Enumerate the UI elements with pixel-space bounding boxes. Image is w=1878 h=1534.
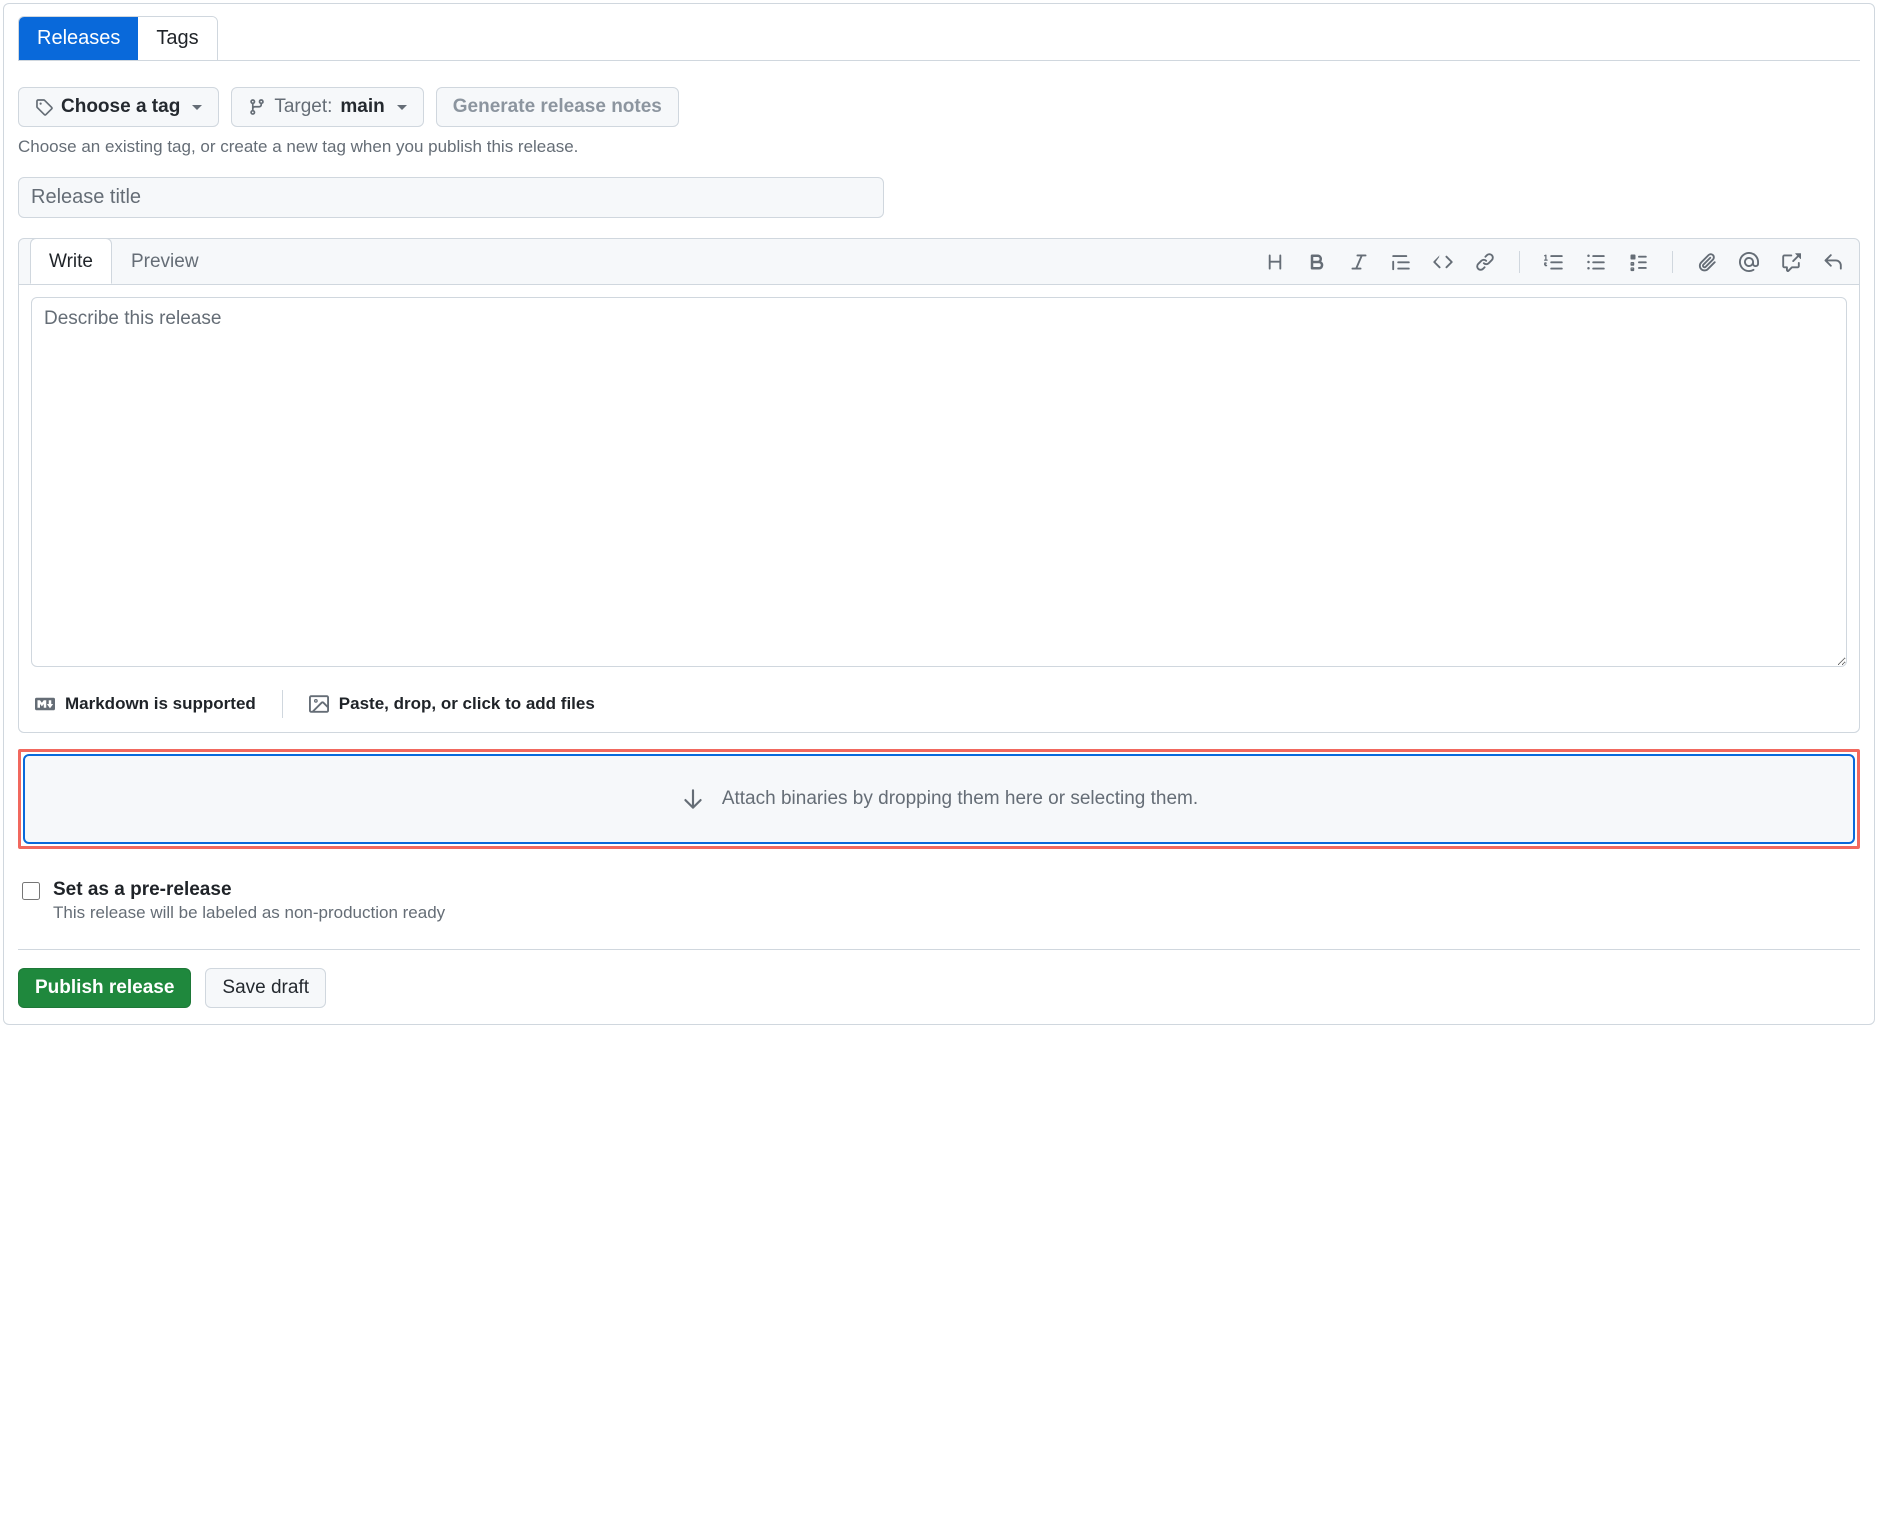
link-icon[interactable] bbox=[1475, 252, 1495, 272]
release-description-textarea[interactable] bbox=[31, 297, 1847, 667]
save-draft-button[interactable]: Save draft bbox=[205, 968, 326, 1008]
caret-down-icon bbox=[192, 105, 202, 110]
prerelease-checkbox[interactable] bbox=[22, 882, 40, 900]
editor-tab-write[interactable]: Write bbox=[30, 238, 112, 284]
editor-tab-preview[interactable]: Preview bbox=[112, 238, 218, 284]
ordered-list-icon[interactable] bbox=[1544, 252, 1564, 272]
unordered-list-icon[interactable] bbox=[1586, 252, 1606, 272]
arrow-down-icon bbox=[680, 786, 706, 812]
prerelease-title: Set as a pre-release bbox=[53, 879, 445, 901]
quote-icon[interactable] bbox=[1391, 252, 1411, 272]
mention-icon[interactable] bbox=[1739, 252, 1759, 272]
release-form-panel: Releases Tags Choose a tag Target: main … bbox=[3, 3, 1875, 1025]
choose-tag-label: Choose a tag bbox=[61, 96, 180, 118]
markdown-toolbar bbox=[1265, 251, 1847, 273]
reply-icon[interactable] bbox=[1823, 252, 1843, 272]
paste-files-label: Paste, drop, or click to add files bbox=[339, 694, 595, 714]
code-icon[interactable] bbox=[1433, 252, 1453, 272]
heading-icon[interactable] bbox=[1265, 252, 1285, 272]
editor-card: Write Preview bbox=[18, 238, 1860, 733]
divider bbox=[18, 949, 1860, 950]
attach-binaries-label: Attach binaries by dropping them here or… bbox=[722, 788, 1198, 810]
caret-down-icon bbox=[397, 105, 407, 110]
release-title-input[interactable] bbox=[18, 177, 884, 218]
bold-icon[interactable] bbox=[1307, 252, 1327, 272]
prerelease-row: Set as a pre-release This release will b… bbox=[18, 879, 1860, 923]
cross-reference-icon[interactable] bbox=[1781, 252, 1801, 272]
publish-release-button[interactable]: Publish release bbox=[18, 968, 191, 1008]
controls-row: Choose a tag Target: main Generate relea… bbox=[18, 87, 1860, 127]
attach-zone-highlight: Attach binaries by dropping them here or… bbox=[18, 749, 1860, 849]
attach-icon[interactable] bbox=[1697, 252, 1717, 272]
tag-icon bbox=[35, 98, 53, 116]
tab-nav: Releases Tags bbox=[18, 16, 1860, 61]
target-value: main bbox=[340, 96, 384, 118]
target-branch-button[interactable]: Target: main bbox=[231, 87, 423, 127]
target-label: Target: bbox=[274, 96, 332, 118]
tab-releases[interactable]: Releases bbox=[19, 17, 138, 60]
paste-files-link[interactable]: Paste, drop, or click to add files bbox=[309, 694, 595, 714]
italic-icon[interactable] bbox=[1349, 252, 1369, 272]
tag-help-text: Choose an existing tag, or create a new … bbox=[18, 137, 1860, 157]
attach-binaries-zone[interactable]: Attach binaries by dropping them here or… bbox=[23, 754, 1855, 844]
image-icon bbox=[309, 694, 329, 714]
prerelease-desc: This release will be labeled as non-prod… bbox=[53, 903, 445, 923]
markdown-supported-link[interactable]: Markdown is supported bbox=[35, 694, 256, 714]
action-row: Publish release Save draft bbox=[18, 968, 1860, 1008]
branch-icon bbox=[248, 98, 266, 116]
tab-tags[interactable]: Tags bbox=[138, 17, 216, 60]
markdown-supported-label: Markdown is supported bbox=[65, 694, 256, 714]
tasklist-icon[interactable] bbox=[1628, 252, 1648, 272]
markdown-icon bbox=[35, 694, 55, 714]
choose-tag-button[interactable]: Choose a tag bbox=[18, 87, 219, 127]
generate-notes-button[interactable]: Generate release notes bbox=[436, 87, 679, 127]
